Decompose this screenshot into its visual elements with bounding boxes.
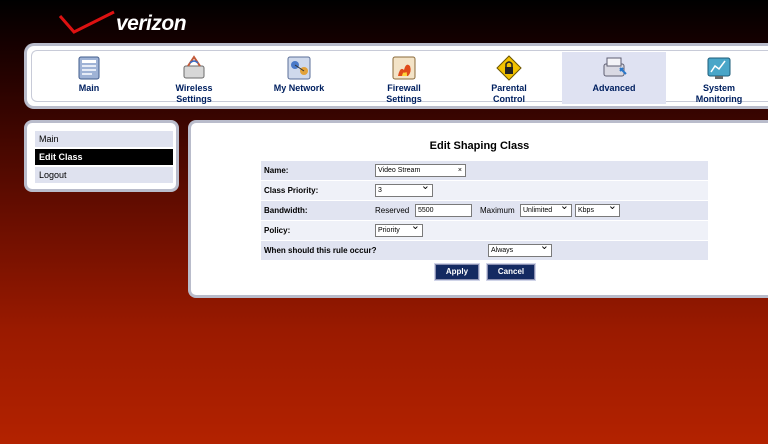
nav-main[interactable]: Main [37,52,141,104]
clear-icon[interactable]: × [458,165,462,176]
unit-select[interactable]: Kbps [575,201,620,217]
main-icon [78,56,100,80]
nav-firewall-settings[interactable]: Firewall Settings [352,52,456,104]
nav-parental-control[interactable]: Parental Control [457,52,561,104]
reserved-label: Reserved [375,206,410,215]
brand-name: verizon [116,12,187,35]
form-row-bandwidth: Bandwidth: Reserved 5500 Maximum Unlimit… [261,201,708,221]
verizon-logo: verizon [58,10,198,40]
apply-button[interactable]: Apply [435,264,479,280]
form-row-schedule: When should this rule occur? Always [261,241,708,261]
lock-icon [496,55,522,81]
schedule-label: When should this rule occur? [264,246,377,255]
bandwidth-label: Bandwidth: [264,206,308,215]
firewall-icon [392,56,416,80]
name-input-value: Video Stream [378,167,421,174]
maximum-select[interactable]: Unlimited [520,201,572,217]
form-row-name: Name: Video Stream × [261,161,708,181]
policy-select[interactable]: Priority [375,221,423,237]
maximum-label: Maximum [480,206,515,215]
nav-label-line2: Settings [386,94,422,104]
class-priority-select[interactable]: 3 [375,181,433,197]
policy-label: Policy: [264,226,291,235]
nav-label-line2: Monitoring [695,94,743,104]
main-panel: Edit Shaping Class Name: Video Stream × … [188,120,768,298]
nav-label: Firewall [387,83,421,93]
sidebar-item-main[interactable]: Main [35,131,173,147]
page-title: Edit Shaping Class [429,140,530,152]
form-row-policy: Policy: Priority [261,221,708,241]
advanced-icon [603,57,627,77]
nav-advanced[interactable]: Advanced [562,52,666,104]
reserved-input[interactable]: 5500 [415,204,472,217]
nav-label: Advanced [592,83,636,93]
nav-label-line2: Control [493,94,525,104]
network-icon [287,56,311,80]
nav-label: Main [78,83,100,93]
sidebar-item-edit-class[interactable]: Edit Class [35,149,173,165]
monitor-icon [707,57,731,79]
top-navigation: Main Wireless Settings My Network Firewa… [24,43,768,109]
cancel-button[interactable]: Cancel [487,264,535,280]
name-label: Name: [264,166,289,175]
nav-label: Wireless [175,83,213,93]
nav-label: System [702,83,736,93]
nav-my-network[interactable]: My Network [247,52,351,104]
nav-label: My Network [273,83,325,93]
name-input[interactable]: Video Stream × [375,164,466,177]
checkmark-logo-icon [58,10,115,34]
sidebar-item-logout[interactable]: Logout [35,167,173,183]
nav-system-monitoring[interactable]: System Monitoring [667,52,768,104]
nav-wireless-settings[interactable]: Wireless Settings [142,52,246,104]
schedule-select[interactable]: Always [488,241,552,257]
form-row-priority: Class Priority: 3 [261,181,708,201]
nav-label: Parental [491,83,527,93]
sidebar: Main Edit Class Logout [24,120,179,192]
priority-label: Class Priority: [264,186,319,195]
edit-shaping-class-form: Name: Video Stream × Class Priority: 3 B… [261,161,708,261]
wireless-icon [183,55,205,79]
nav-label-line2: Settings [176,94,212,104]
